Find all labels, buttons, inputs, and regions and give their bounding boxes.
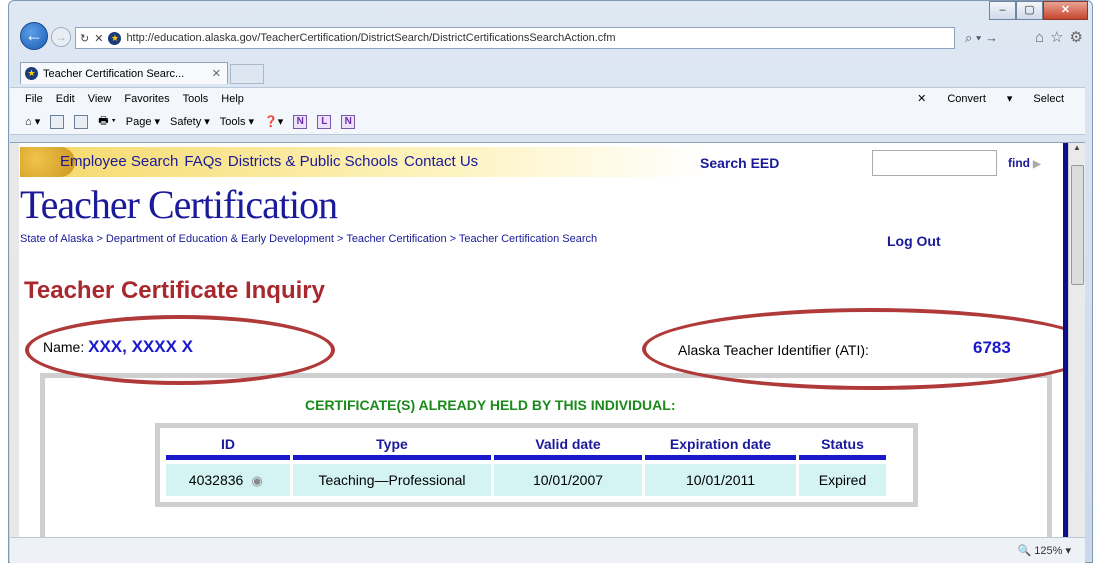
find-button[interactable]: find ▶ — [1008, 156, 1041, 170]
window-controls: – ▢ ✕ — [989, 1, 1088, 20]
zoom-control[interactable]: 🔍 125% ▾ — [1018, 544, 1071, 557]
page-viewport: Employee Search FAQs Districts & Public … — [10, 142, 1085, 537]
page-title: Teacher Certificate Inquiry — [24, 277, 325, 304]
new-tab-button[interactable] — [230, 64, 264, 84]
address-bar[interactable]: ↻ ✕ ★ http://education.alaska.gov/Teache… — [75, 27, 955, 49]
speaker-icon[interactable]: ◉ — [247, 473, 267, 489]
lync-icon[interactable]: L — [317, 114, 332, 129]
breadcrumb[interactable]: State of Alaska > Department of Educatio… — [20, 233, 597, 245]
close-toolbar-icon[interactable]: ✕ — [917, 92, 926, 105]
col-expiration-date: Expiration date — [645, 432, 796, 460]
menu-help[interactable]: Help — [221, 93, 244, 105]
maximize-button[interactable]: ▢ — [1016, 1, 1043, 20]
col-status: Status — [799, 432, 886, 460]
name-highlight-ellipse — [25, 315, 335, 385]
tab-close-icon[interactable]: ✕ — [212, 67, 221, 80]
nav-districts[interactable]: Districts & Public Schools — [228, 153, 398, 170]
menu-edit[interactable]: Edit — [56, 93, 75, 105]
site-nav: Employee Search FAQs Districts & Public … — [60, 153, 478, 170]
menu-view[interactable]: View — [88, 93, 112, 105]
cell-status: Expired — [799, 464, 886, 496]
feeds-icon[interactable] — [50, 114, 65, 129]
safety-menu[interactable]: Safety ▾ — [170, 115, 210, 128]
print-icon[interactable]: 🖶 ▾ — [98, 112, 116, 131]
onenote-icon[interactable]: N — [293, 114, 308, 129]
cell-id: 4032836 ◉ — [166, 464, 290, 496]
home-icon[interactable]: ⌂ ▾ — [25, 115, 40, 128]
chevron-down-icon[interactable]: ▾ — [1007, 92, 1013, 105]
forward-button[interactable]: → — [51, 27, 71, 47]
close-button[interactable]: ✕ — [1043, 1, 1088, 20]
scroll-up-icon[interactable]: ▲ — [1069, 143, 1085, 157]
back-button[interactable]: ← — [20, 22, 48, 50]
menu-right-tools: ✕ Convert ▾ Select — [917, 92, 1077, 106]
search-input[interactable] — [872, 150, 997, 176]
menu-tools[interactable]: Tools — [183, 93, 209, 105]
command-bar: ⌂ ▾ 🖶 ▾ Page ▾ Safety ▾ Tools ▾ ❓▾ N L N — [10, 109, 1085, 135]
refresh-icon[interactable]: ↻ — [80, 32, 89, 45]
certificates-heading: CERTIFICATE(S) ALREADY HELD BY THIS INDI… — [305, 397, 676, 413]
status-bar: 🔍 125% ▾ — [10, 537, 1085, 563]
arrow-right-icon: ▶ — [1033, 159, 1041, 170]
vertical-scrollbar[interactable]: ▲ — [1068, 143, 1085, 537]
scroll-thumb[interactable] — [1071, 165, 1084, 285]
cert-id: 4032836 — [188, 472, 244, 488]
col-id: ID — [166, 432, 290, 460]
certificates-table: ID Type Valid date Expiration date Statu… — [155, 423, 918, 507]
nav-employee-search[interactable]: Employee Search — [60, 153, 178, 170]
cell-valid-date: 10/01/2007 — [494, 464, 642, 496]
minimize-button[interactable]: – — [989, 1, 1016, 20]
tab-active[interactable]: ★ Teacher Certification Searc... ✕ — [20, 62, 228, 84]
onenote-send-icon[interactable]: N — [341, 114, 356, 129]
menu-bar: File Edit View Favorites Tools Help ✕ Co… — [10, 87, 1085, 109]
nav-contact[interactable]: Contact Us — [404, 153, 478, 170]
tab-favicon: ★ — [25, 67, 38, 80]
zoom-level: 125% — [1034, 545, 1063, 557]
cell-expiration-date: 10/01/2011 — [645, 464, 796, 496]
cell-type: Teaching—Professional — [293, 464, 491, 496]
site-favicon: ★ — [108, 31, 122, 45]
tab-title: Teacher Certification Searc... — [43, 67, 185, 80]
help-icon[interactable]: ❓▾ — [264, 115, 283, 128]
address-row: ← → ↻ ✕ ★ http://education.alaska.gov/Te… — [20, 22, 1083, 52]
select-button[interactable]: Select — [1033, 93, 1064, 105]
url-text[interactable]: http://education.alaska.gov/TeacherCerti… — [126, 32, 615, 44]
menu-file[interactable]: File — [25, 93, 43, 105]
page-left-margin — [10, 143, 19, 537]
search-label: Search EED — [700, 155, 780, 171]
table-header: ID Type Valid date Expiration date Statu… — [166, 432, 912, 460]
ati-highlight-ellipse — [642, 308, 1085, 390]
col-valid-date: Valid date — [494, 432, 642, 460]
convert-button[interactable]: Convert — [947, 93, 986, 105]
col-type: Type — [293, 432, 491, 460]
mail-icon[interactable] — [74, 114, 89, 129]
menu-favorites[interactable]: Favorites — [124, 93, 169, 105]
nav-faqs[interactable]: FAQs — [184, 153, 222, 170]
search-go-icons[interactable]: ⌕ ▾ → — [965, 30, 998, 46]
site-title: Teacher Certification — [20, 182, 338, 227]
find-label: find — [1008, 156, 1030, 170]
stop-icon[interactable]: ✕ — [94, 32, 103, 45]
logout-link[interactable]: Log Out — [887, 233, 941, 249]
table-row: 4032836 ◉ Teaching—Professional 10/01/20… — [166, 464, 912, 496]
page-menu[interactable]: Page ▾ — [126, 115, 160, 128]
tools-menu[interactable]: Tools ▾ — [220, 115, 254, 128]
home-favorites-settings-icons[interactable]: ⌂☆⚙ — [1035, 28, 1089, 46]
